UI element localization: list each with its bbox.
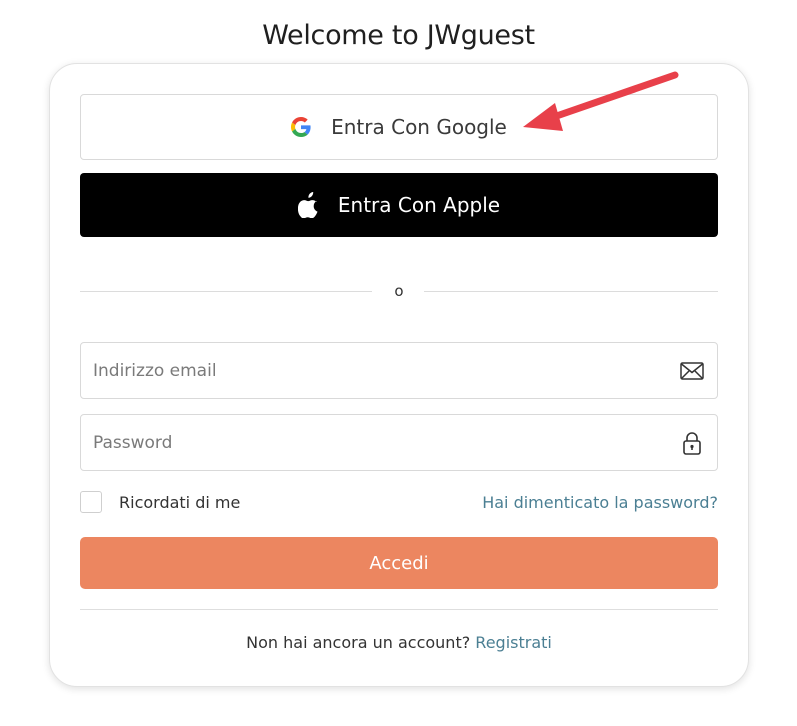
envelope-icon [679,358,705,384]
divider-line-left [80,291,372,292]
password-input[interactable] [93,432,679,453]
password-field-container [80,414,718,471]
lock-icon [679,430,705,456]
signup-prompt: Non hai ancora un account? Registrati [50,633,748,652]
forgot-password-link[interactable]: Hai dimenticato la password? [482,493,718,512]
page-title: Welcome to JWguest [262,20,535,51]
or-divider: o [80,281,718,301]
apple-logo-icon [297,192,320,218]
remember-label: Ricordati di me [119,493,241,512]
google-signin-label: Entra Con Google [331,115,507,139]
login-submit-button[interactable]: Accedi [80,537,718,589]
remember-row: Ricordati di me Hai dimenticato la passw… [80,491,718,517]
email-input[interactable] [93,360,679,381]
signup-prompt-text: Non hai ancora un account? [246,633,471,652]
google-g-icon [291,117,311,137]
signup-link[interactable]: Registrati [475,633,552,652]
apple-signin-label: Entra Con Apple [337,193,501,217]
remember-checkbox[interactable] [80,491,102,513]
google-signin-button[interactable]: Entra Con Google [80,94,718,160]
footer-divider [80,609,718,610]
divider-text: o [394,282,404,300]
apple-signin-button[interactable]: Entra Con Apple [80,173,718,237]
divider-line-right [424,291,718,292]
login-card: Entra Con Google Entra Con Apple o Indir… [49,63,749,687]
email-field-container [80,342,718,399]
